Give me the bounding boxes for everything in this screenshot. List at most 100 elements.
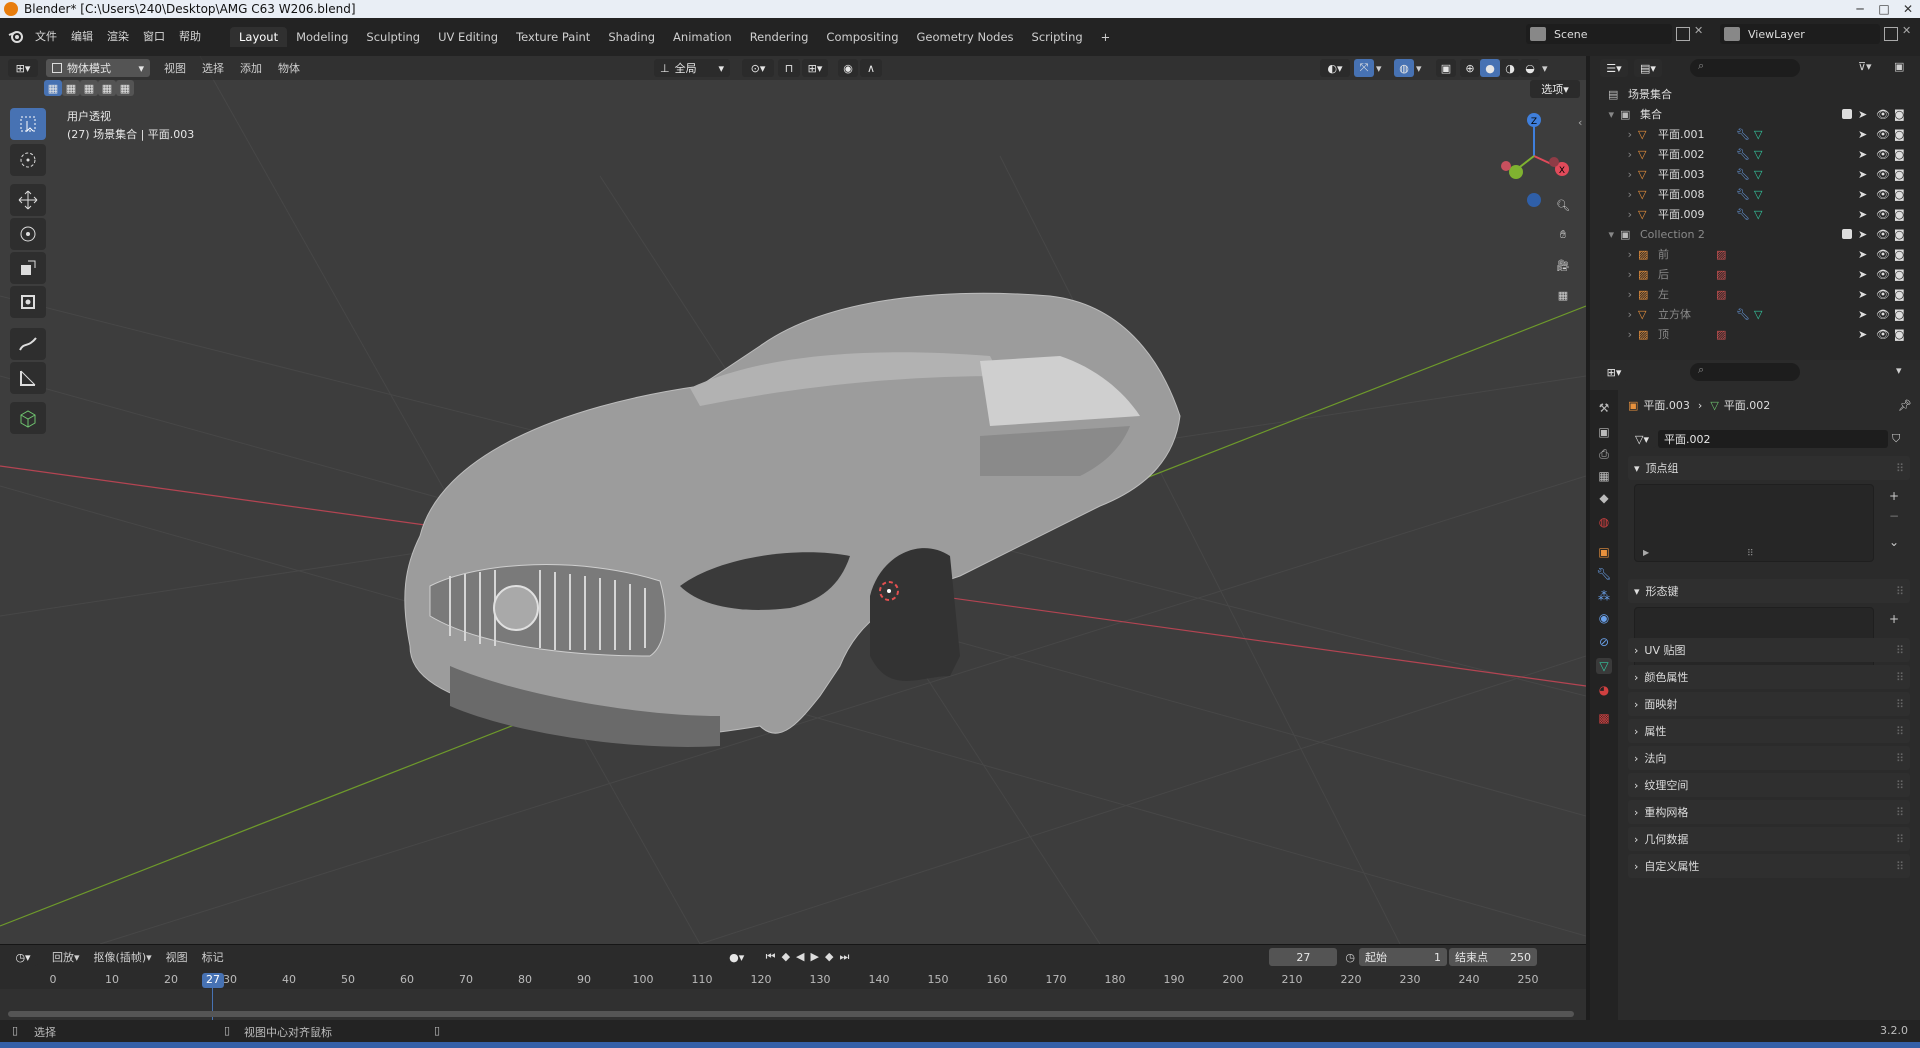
tab-sculpting[interactable]: Sculpting: [357, 27, 429, 47]
play-reverse-icon[interactable]: ◀: [796, 950, 804, 964]
outliner-search-input[interactable]: ⌕: [1690, 59, 1800, 77]
properties-editor-type-icon[interactable]: ⊞▾: [1600, 363, 1628, 381]
expand-arrow-icon[interactable]: ›: [1590, 148, 1632, 161]
data-tab-icon[interactable]: ▽: [1596, 658, 1612, 674]
new-scene-icon[interactable]: [1676, 27, 1690, 41]
selectable-arrow-icon[interactable]: ➤: [1858, 228, 1867, 241]
current-frame-field[interactable]: 27: [1269, 948, 1338, 966]
image-icon[interactable]: ▨: [1716, 288, 1726, 301]
modifier-wrench-icon[interactable]: 🔧︎: [1736, 148, 1750, 161]
expand-arrow-icon[interactable]: ›: [1590, 288, 1632, 301]
expand-arrow-icon[interactable]: ›: [1590, 168, 1632, 181]
vertex-groups-list[interactable]: ▶ ⠿: [1634, 484, 1874, 562]
material-shading-icon[interactable]: ◑: [1500, 59, 1520, 77]
tab-rendering[interactable]: Rendering: [741, 27, 818, 47]
expand-arrow-icon[interactable]: ›: [1590, 248, 1632, 261]
mesh-data-icon[interactable]: ▽: [1754, 308, 1762, 321]
camera-render-icon[interactable]: ◙: [1894, 308, 1905, 321]
viewlayer-selector[interactable]: ViewLayer: [1720, 24, 1880, 44]
proportional-edit-icon[interactable]: ◉: [838, 59, 858, 77]
world-tab-icon[interactable]: ◍: [1596, 514, 1612, 530]
properties-search-input[interactable]: ⌕: [1690, 363, 1800, 381]
drag-handle-icon[interactable]: ⠿: [1896, 779, 1904, 792]
eye-icon[interactable]: 👁︎: [1876, 268, 1890, 281]
eye-icon[interactable]: 👁︎: [1876, 248, 1890, 261]
eye-icon[interactable]: 👁︎: [1876, 328, 1890, 341]
tab-modeling[interactable]: Modeling: [287, 27, 357, 47]
expand-arrow-icon[interactable]: ›: [1590, 128, 1632, 141]
expand-arrow-icon[interactable]: ›: [1590, 208, 1632, 221]
scene-tab-icon[interactable]: ◆: [1596, 490, 1612, 506]
car-model[interactable]: [404, 292, 1181, 747]
add-workspace-button[interactable]: +: [1092, 27, 1120, 47]
exclude-checkbox[interactable]: [1842, 229, 1852, 239]
mode-selector[interactable]: 物体模式 ▾: [46, 59, 150, 77]
timeline-menu-keying[interactable]: 抠像(插帧): [94, 949, 147, 965]
timeline-menu-playback[interactable]: 回放: [52, 949, 74, 965]
constraints-tab-icon[interactable]: ⊘: [1596, 634, 1612, 650]
outliner-object[interactable]: › ▽ 立方体 🔧︎ ▽ ➤ 👁︎ ◙: [1590, 304, 1920, 324]
viewport-menu-view[interactable]: 视图: [164, 60, 186, 76]
pan-hand-icon[interactable]: ✋︎: [1550, 222, 1576, 248]
camera-render-icon[interactable]: ◙: [1894, 108, 1905, 121]
start-frame-field[interactable]: 起始 1: [1358, 948, 1447, 966]
tab-scripting[interactable]: Scripting: [1023, 27, 1092, 47]
expand-arrow-icon[interactable]: ▾: [1590, 108, 1614, 121]
image-icon[interactable]: ▨: [1716, 268, 1726, 281]
camera-render-icon[interactable]: ◙: [1894, 248, 1905, 261]
rendered-shading-icon[interactable]: ◒: [1520, 59, 1540, 77]
prev-keyframe-icon[interactable]: ◆: [782, 950, 790, 964]
tool-tab-icon[interactable]: ⚒: [1596, 400, 1612, 416]
modifier-wrench-icon[interactable]: 🔧︎: [1736, 188, 1750, 201]
cursor-tool-icon[interactable]: [10, 144, 46, 176]
modifier-wrench-icon[interactable]: 🔧︎: [1736, 168, 1750, 181]
camera-render-icon[interactable]: ◙: [1894, 268, 1905, 281]
outliner-object[interactable]: › ▽ 平面.009 🔧︎ ▽ ➤ 👁︎ ◙: [1590, 204, 1920, 224]
panel-collapsed[interactable]: › 纹理空间 ⠿: [1628, 773, 1910, 797]
tab-animation[interactable]: Animation: [664, 27, 741, 47]
outliner-object[interactable]: › ▽ 平面.001 🔧︎ ▽ ➤ 👁︎ ◙: [1590, 124, 1920, 144]
transform-orientation-selector[interactable]: ⊥ 全局 ▾: [654, 59, 730, 77]
eye-icon[interactable]: 👁︎: [1876, 288, 1890, 301]
select-extend-icon[interactable]: ▦: [62, 80, 80, 96]
mesh-data-icon[interactable]: ▽: [1754, 128, 1762, 141]
add-item-icon[interactable]: +: [1886, 609, 1902, 629]
scene-selector[interactable]: Scene: [1526, 24, 1672, 44]
selectable-arrow-icon[interactable]: ➤: [1858, 208, 1867, 221]
tab-layout[interactable]: Layout: [230, 27, 288, 47]
3d-viewport[interactable]: ⊞▾ 物体模式 ▾ 视图 选择 添加 物体 ⊥ 全局 ▾ ⊙▾ ⊓ ⊞▾ ◉ ∧…: [0, 56, 1586, 944]
zoom-icon[interactable]: 🔍︎: [1550, 192, 1576, 218]
outliner-object[interactable]: › ▨ 前 ▨ ➤ 👁︎ ◙: [1590, 244, 1920, 264]
particles-tab-icon[interactable]: ⁂: [1596, 588, 1612, 604]
frame-ruler[interactable]: 0 10 20 30 40 50 60 70 80 90 100 110 120 130 140 150 160…: [0, 973, 1586, 989]
eye-icon[interactable]: 👁︎: [1876, 188, 1890, 201]
delete-scene-icon[interactable]: ✕: [1694, 24, 1706, 42]
mesh-browse-icon[interactable]: ▽▾: [1628, 430, 1656, 448]
select-subtract-icon[interactable]: ▦: [80, 80, 98, 96]
tab-uv-editing[interactable]: UV Editing: [429, 27, 507, 47]
panel-collapsed[interactable]: › 几何数据 ⠿: [1628, 827, 1910, 851]
expand-arrow-icon[interactable]: ›: [1590, 268, 1632, 281]
select-box-tool-icon[interactable]: [10, 108, 46, 140]
selectable-arrow-icon[interactable]: ➤: [1858, 128, 1867, 141]
snap-icon[interactable]: ⊓: [778, 59, 800, 77]
outliner-object[interactable]: › ▨ 左 ▨ ➤ 👁︎ ◙: [1590, 284, 1920, 304]
camera-view-icon[interactable]: 🎥︎: [1550, 252, 1576, 278]
view-layer-tab-icon[interactable]: ▦: [1596, 468, 1612, 484]
menu-help[interactable]: 帮助: [172, 28, 208, 44]
snap-target-icon[interactable]: ⊞▾: [802, 59, 828, 77]
tab-geometry-nodes[interactable]: Geometry Nodes: [908, 27, 1023, 47]
selectable-arrow-icon[interactable]: ➤: [1858, 148, 1867, 161]
mesh-data-icon[interactable]: ▽: [1754, 168, 1762, 181]
select-new-icon[interactable]: ▦: [44, 80, 62, 96]
eye-icon[interactable]: 👁︎: [1876, 308, 1890, 321]
sidebar-toggle-icon[interactable]: ‹: [1578, 116, 1582, 129]
physics-tab-icon[interactable]: ◉: [1596, 610, 1612, 626]
camera-render-icon[interactable]: ◙: [1894, 288, 1905, 301]
falloff-icon[interactable]: ∧: [860, 59, 882, 77]
modifier-wrench-icon[interactable]: 🔧︎: [1736, 308, 1750, 321]
mesh-data-icon[interactable]: ▽: [1754, 208, 1762, 221]
drag-handle-icon[interactable]: ⠿: [1896, 462, 1904, 475]
select-invert-icon[interactable]: ▦: [98, 80, 116, 96]
options-button[interactable]: 选项 ▾: [1530, 80, 1580, 98]
